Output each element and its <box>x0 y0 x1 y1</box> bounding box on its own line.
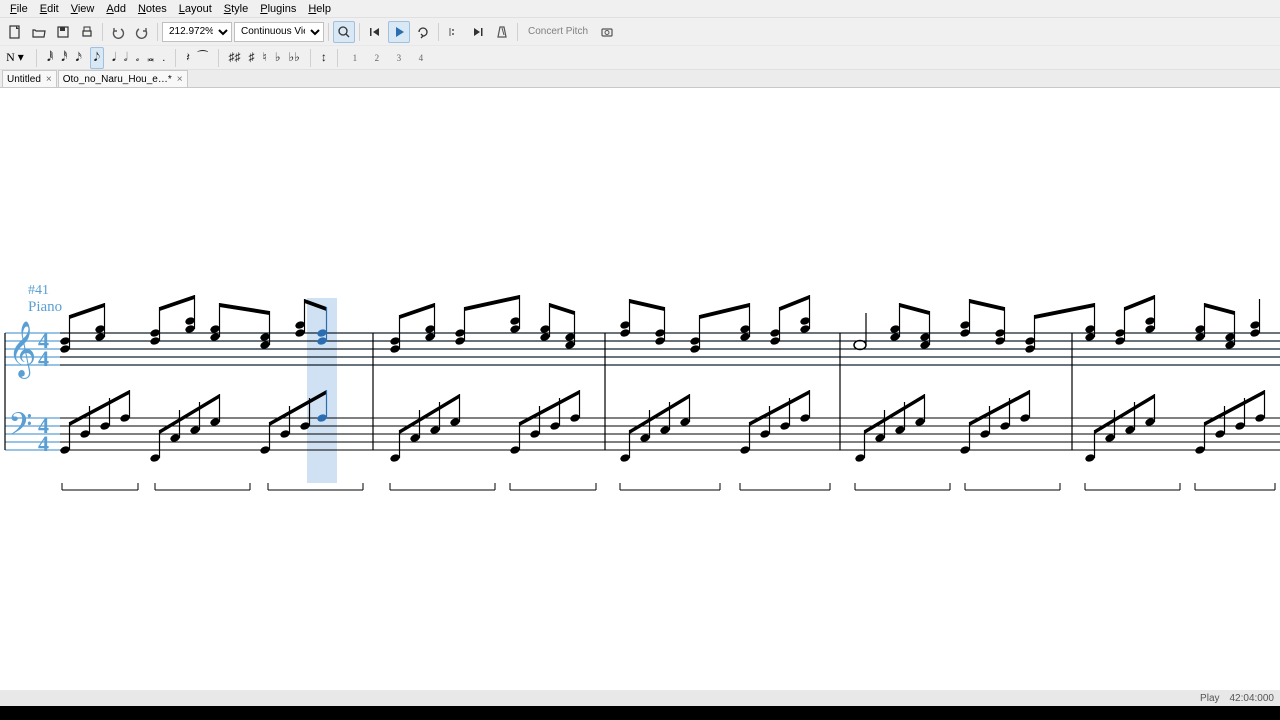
voice-3[interactable]: 3 <box>392 50 406 66</box>
svg-text:𝄢: 𝄢 <box>8 408 32 450</box>
zoom-tool[interactable] <box>333 21 355 43</box>
music-notation: 𝄞 𝄢 4 4 4 4 <box>0 88 1280 698</box>
accidental-double-sharp[interactable]: ♯♯ <box>229 50 241 65</box>
new-button[interactable] <box>4 21 26 43</box>
close-icon[interactable]: × <box>46 74 52 85</box>
voice-4[interactable]: 4 <box>414 50 428 66</box>
duration-16th[interactable]: 𝅘𝅥𝅯 <box>75 50 81 65</box>
note-input-mode[interactable]: N ▾ <box>4 47 26 69</box>
tab-untitled[interactable]: Untitled× <box>2 70 57 87</box>
concert-pitch-label: Concert Pitch <box>522 26 594 37</box>
status-mode: Play <box>1200 693 1219 704</box>
menu-help[interactable]: Help <box>302 3 337 15</box>
menu-edit[interactable]: Edit <box>34 3 65 15</box>
menu-layout[interactable]: Layout <box>173 3 218 15</box>
staff-label: #41 Piano <box>28 283 62 316</box>
menu-view[interactable]: View <box>65 3 101 15</box>
tab-oto[interactable]: Oto_no_Naru_Hou_e…*× <box>58 70 188 87</box>
rest-toggle[interactable]: 𝄽 <box>186 50 190 65</box>
rewind-button[interactable] <box>364 21 386 43</box>
svg-text:4: 4 <box>38 431 49 456</box>
accidental-double-flat[interactable]: ♭♭ <box>289 50 300 65</box>
tie-toggle[interactable]: ⁀ <box>198 50 208 65</box>
accidental-sharp[interactable]: ♯ <box>249 50 255 65</box>
status-bar: Play 42:04:000 <box>0 690 1280 706</box>
main-toolbar: 212.972% Continuous View Concert Pitch <box>0 18 1280 46</box>
duration-half[interactable]: 𝅗𝅥 <box>124 50 128 65</box>
voice-1[interactable]: 1 <box>348 50 362 66</box>
duration-double[interactable]: 𝅜 <box>147 50 154 65</box>
accidental-flat[interactable]: ♭ <box>275 50 281 65</box>
document-tabs: Untitled× Oto_no_Naru_Hou_e…*× <box>0 70 1280 88</box>
menu-file[interactable]: File <box>4 3 34 15</box>
note-input-toolbar: N ▾ 𝅘𝅥𝅱 𝅘𝅥𝅰 𝅘𝅥𝅯 𝅘𝅥𝅮 𝅘𝅥 𝅗𝅥 𝅗 𝅜 . 𝄽 ⁀ ♯♯ ♯… <box>0 46 1280 70</box>
flip-stem[interactable]: ↕ <box>321 50 327 65</box>
repeat-button[interactable] <box>443 21 465 43</box>
duration-8th[interactable]: 𝅘𝅥𝅮 <box>90 47 104 69</box>
voice-2[interactable]: 2 <box>370 50 384 66</box>
svg-text:4: 4 <box>38 346 49 371</box>
duration-64th[interactable]: 𝅘𝅥𝅱 <box>47 50 53 65</box>
play-button[interactable] <box>388 21 410 43</box>
duration-whole[interactable]: 𝅗 <box>136 50 140 65</box>
print-button[interactable] <box>76 21 98 43</box>
score-view[interactable]: #41 Piano <box>0 88 1280 698</box>
menubar: File Edit View Add Notes Layout Style Pl… <box>0 0 1280 18</box>
loop-button[interactable] <box>412 21 434 43</box>
zoom-select[interactable]: 212.972% <box>162 22 232 42</box>
menu-add[interactable]: Add <box>100 3 132 15</box>
open-button[interactable] <box>28 21 50 43</box>
duration-dot[interactable]: . <box>162 50 165 65</box>
duration-32nd[interactable]: 𝅘𝅥𝅰 <box>61 50 67 65</box>
accidental-natural[interactable]: ♮ <box>263 50 267 65</box>
duration-quarter[interactable]: 𝅘𝅥 <box>112 50 116 65</box>
save-button[interactable] <box>52 21 74 43</box>
metronome-button[interactable] <box>491 21 513 43</box>
screenshot-button[interactable] <box>596 21 618 43</box>
menu-style[interactable]: Style <box>218 3 254 15</box>
close-icon[interactable]: × <box>177 74 183 85</box>
bottom-border <box>0 706 1280 720</box>
menu-notes[interactable]: Notes <box>132 3 173 15</box>
skip-button[interactable] <box>467 21 489 43</box>
undo-button[interactable] <box>107 21 129 43</box>
view-mode-select[interactable]: Continuous View <box>234 22 324 42</box>
svg-text:𝄞: 𝄞 <box>8 322 36 379</box>
menu-plugins[interactable]: Plugins <box>254 3 302 15</box>
redo-button[interactable] <box>131 21 153 43</box>
playback-cursor <box>307 298 337 483</box>
status-position: 42:04:000 <box>1230 693 1275 704</box>
